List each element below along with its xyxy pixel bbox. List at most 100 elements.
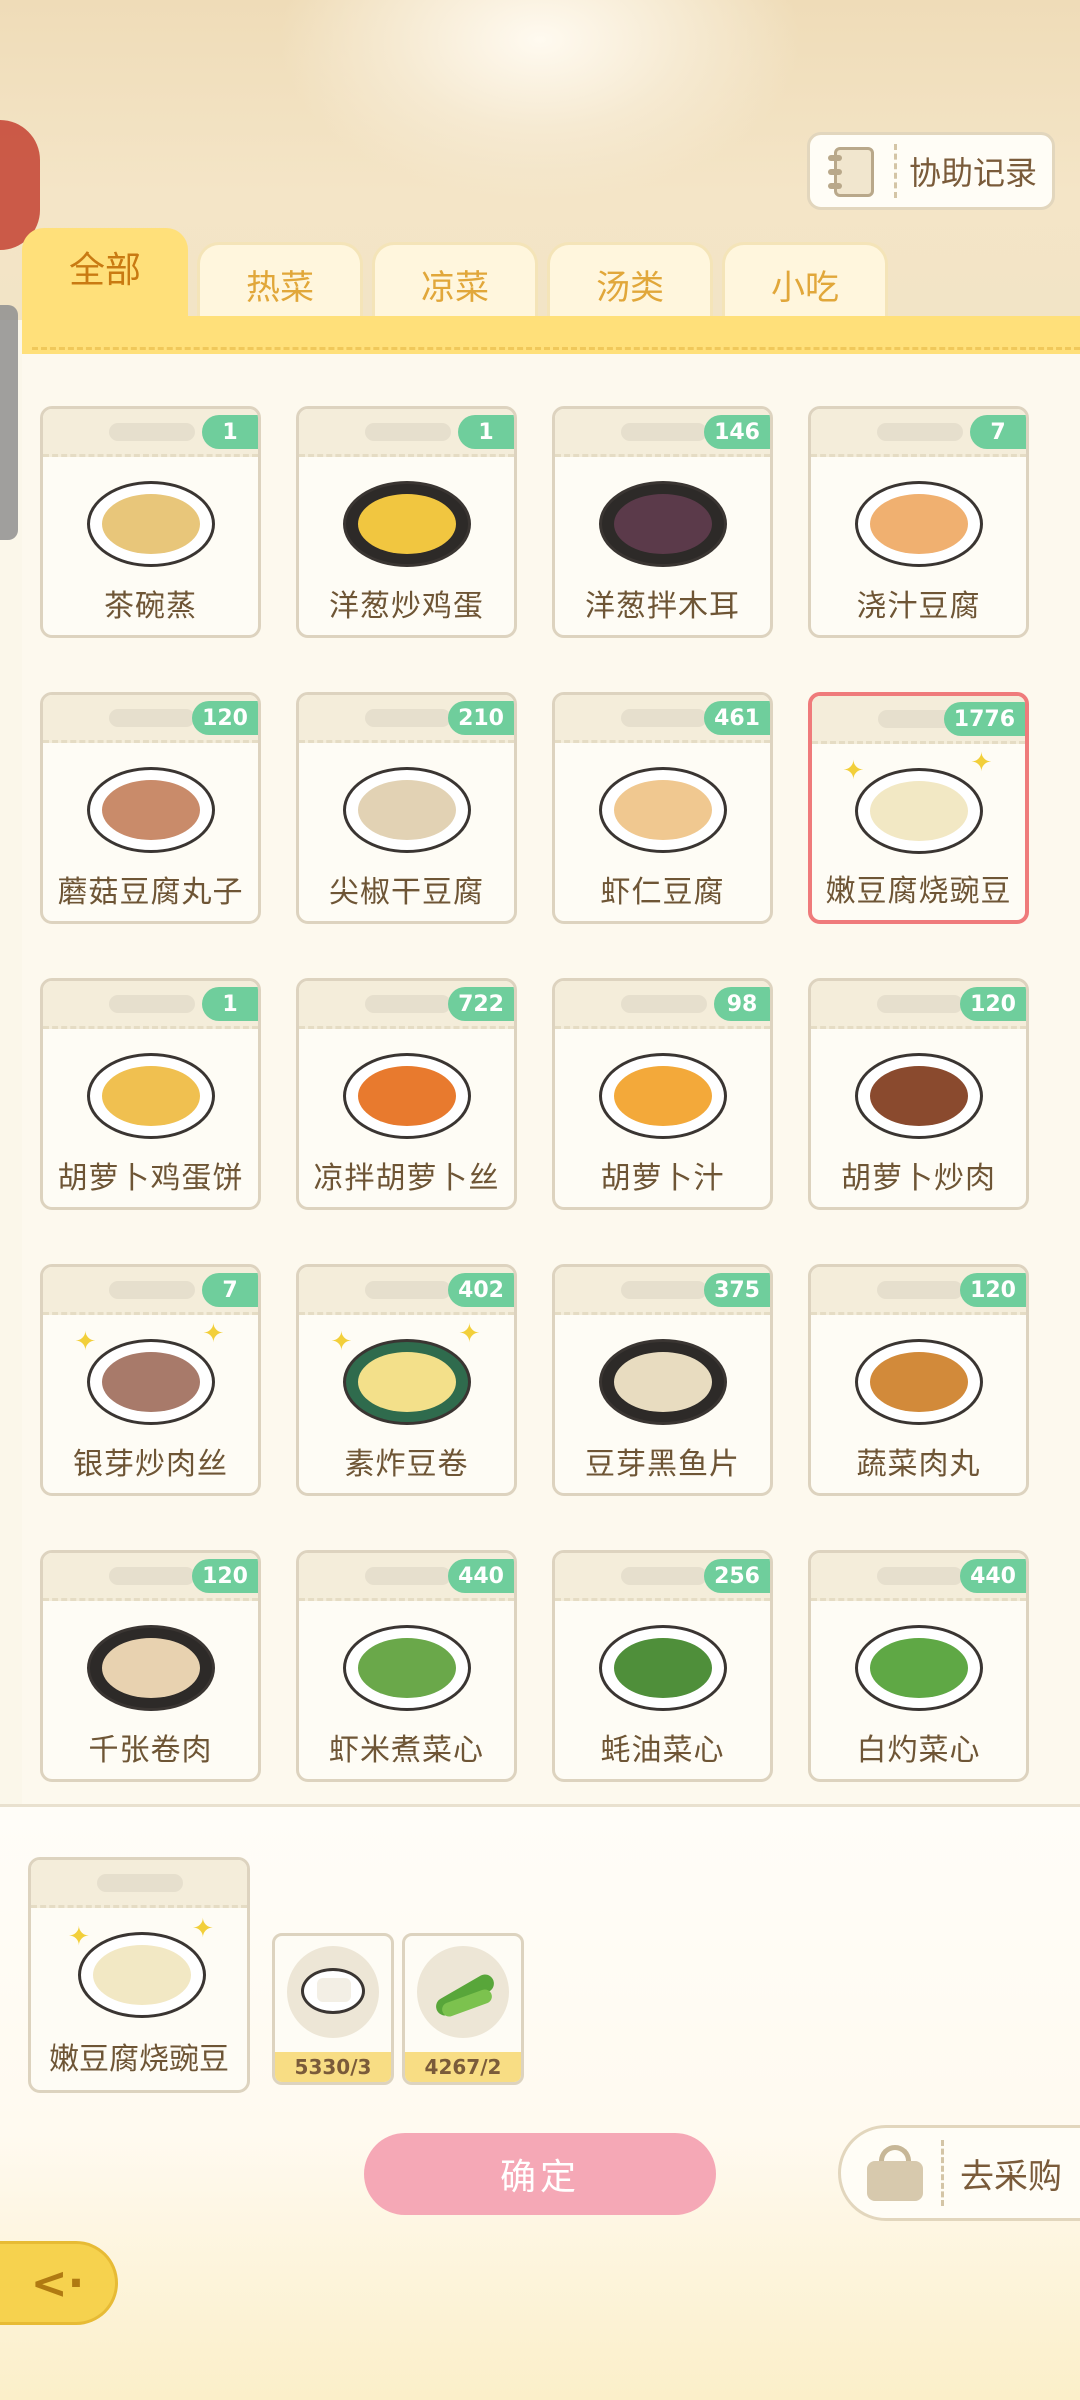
tab-label: 全部 [68, 249, 141, 291]
stock-count-badge: 402 [448, 1273, 514, 1307]
confirm-label: 确定 [499, 2157, 580, 2198]
dish-image [83, 1043, 219, 1145]
bottom-panel: ✦ ✦ 嫩豆腐烧豌豆 5330/3 4267/2 确定 去采购 <· [0, 1804, 1080, 2400]
recipe-card[interactable]: 98 胡萝卜汁 [552, 978, 773, 1210]
category-tabs: 全部 热菜 凉菜 汤类 小吃 [22, 228, 1080, 324]
sparkle-icon: ✦ [202, 1319, 225, 1349]
header-pill [109, 1281, 195, 1299]
header-pill [365, 995, 451, 1013]
plate-graphic [854, 1625, 983, 1711]
dish-image [339, 471, 475, 573]
stock-count-badge: 440 [960, 1559, 1026, 1593]
tab-hot-dishes[interactable]: 热菜 [197, 242, 363, 324]
back-button[interactable]: <· [0, 2241, 118, 2325]
tab-underline-strip [22, 316, 1080, 354]
side-drawer-handle[interactable] [0, 305, 18, 540]
tab-snacks[interactable]: 小吃 [722, 242, 888, 324]
ingredient-slot-peas[interactable]: 4267/2 [402, 1933, 524, 2085]
recipe-card[interactable]: 1 洋葱炒鸡蛋 [296, 406, 517, 638]
tab-label: 凉菜 [421, 268, 489, 308]
dish-image [595, 1615, 731, 1717]
recipe-card[interactable]: 1776 ✦ ✦ 嫩豆腐烧豌豆 [808, 692, 1029, 924]
sparkle-icon: ✦ [970, 748, 993, 778]
recipe-card[interactable]: 1 茶碗蒸 [40, 406, 261, 638]
tab-label: 小吃 [771, 268, 839, 308]
recipe-card[interactable]: 120 千张卷肉 [40, 1550, 261, 1782]
dish-image [851, 1615, 987, 1717]
recipe-card[interactable]: 402 ✦ ✦ 素炸豆卷 [296, 1264, 517, 1496]
assist-record-button[interactable]: 协助记录 [807, 132, 1055, 210]
recipe-card[interactable]: 440 虾米煮菜心 [296, 1550, 517, 1782]
divider [894, 144, 897, 198]
dish-name: 茶碗蒸 [104, 589, 197, 624]
dish-name: 蔬菜肉丸 [856, 1447, 981, 1482]
confirm-button[interactable]: 确定 [364, 2133, 716, 2215]
recipe-card[interactable]: 120 蘑菇豆腐丸子 [40, 692, 261, 924]
dish-name: 豆芽黑鱼片 [585, 1447, 740, 1482]
recipe-grid-panel: 1 茶碗蒸 1 洋葱炒鸡蛋 146 洋葱拌木耳 7 浇汁豆腐 120 蘑菇豆腐丸子 210 尖椒干豆腐… [22, 354, 1080, 1804]
recipe-card[interactable]: 375 豆芽黑鱼片 [552, 1264, 773, 1496]
dish-name: 尖椒干豆腐 [329, 875, 484, 910]
stock-count-badge: 440 [448, 1559, 514, 1593]
dish-name: 浇汁豆腐 [856, 589, 981, 624]
ingredient-slot-tofu[interactable]: 5330/3 [272, 1933, 394, 2085]
stock-count-badge: 1 [458, 415, 514, 449]
card-header [31, 1860, 247, 1908]
stock-count-badge: 1 [202, 415, 258, 449]
dish-name: 素炸豆卷 [344, 1447, 469, 1482]
tab-label: 热菜 [246, 268, 314, 308]
stock-count-badge: 146 [704, 415, 770, 449]
pea-pod-icon [417, 1946, 509, 2038]
dish-name: 蚝油菜心 [600, 1733, 725, 1768]
tab-all[interactable]: 全部 [22, 228, 188, 324]
recipe-card[interactable]: 120 蔬菜肉丸 [808, 1264, 1029, 1496]
recipe-card[interactable]: 7 ✦ ✦ 银芽炒肉丝 [40, 1264, 261, 1496]
dish-name: 虾仁豆腐 [600, 875, 725, 910]
header-pill [621, 1567, 707, 1585]
dish-image [851, 471, 987, 573]
recipe-card[interactable]: 440 白灼菜心 [808, 1550, 1029, 1782]
dish-image [595, 1329, 731, 1431]
plate-graphic [854, 1339, 983, 1425]
stock-count-badge: 98 [714, 987, 770, 1021]
stock-count-badge: 1776 [943, 702, 1025, 736]
recipe-card[interactable]: 210 尖椒干豆腐 [296, 692, 517, 924]
dish-image [83, 1615, 219, 1717]
dish-name: 银芽炒肉丝 [73, 1447, 228, 1482]
recipe-card[interactable]: 120 胡萝卜炒肉 [808, 978, 1029, 1210]
recipe-card[interactable]: 1 胡萝卜鸡蛋饼 [40, 978, 261, 1210]
dish-image [339, 1615, 475, 1717]
sparkle-icon: ✦ [458, 1319, 481, 1349]
recipe-card[interactable]: 461 虾仁豆腐 [552, 692, 773, 924]
recipe-card[interactable]: 146 洋葱拌木耳 [552, 406, 773, 638]
stock-count-badge: 7 [970, 415, 1026, 449]
header-pill [365, 709, 451, 727]
dish-image [339, 1043, 475, 1145]
header-pill [621, 709, 707, 727]
sparkle-icon: ✦ [330, 1327, 353, 1357]
tab-cold-dishes[interactable]: 凉菜 [372, 242, 538, 324]
header-pill [877, 423, 963, 441]
stock-count-badge: 120 [192, 1559, 258, 1593]
recipe-card[interactable]: 722 凉拌胡萝卜丝 [296, 978, 517, 1210]
stock-count-badge: 7 [202, 1273, 258, 1307]
recipe-card[interactable]: 7 浇汁豆腐 [808, 406, 1029, 638]
dish-name: 白灼菜心 [856, 1733, 981, 1768]
plate-graphic [342, 481, 471, 567]
dish-image [83, 757, 219, 859]
divider [941, 2140, 944, 2206]
header-pill [109, 995, 195, 1013]
stock-count-badge: 461 [704, 701, 770, 735]
plate-graphic [86, 481, 215, 567]
dish-image: ✦ ✦ [331, 1319, 480, 1431]
plate-graphic [342, 1625, 471, 1711]
stock-count-badge: 722 [448, 987, 514, 1021]
dish-image [595, 757, 731, 859]
go-shopping-button[interactable]: 去采购 [838, 2125, 1080, 2221]
dish-name: 胡萝卜炒肉 [841, 1161, 996, 1196]
sparkle-icon: ✦ [842, 756, 865, 786]
recipe-card[interactable]: 256 蚝油菜心 [552, 1550, 773, 1782]
plate-graphic [86, 767, 215, 853]
tab-soups[interactable]: 汤类 [547, 242, 713, 324]
selected-dish-card: ✦ ✦ 嫩豆腐烧豌豆 [28, 1857, 250, 2093]
